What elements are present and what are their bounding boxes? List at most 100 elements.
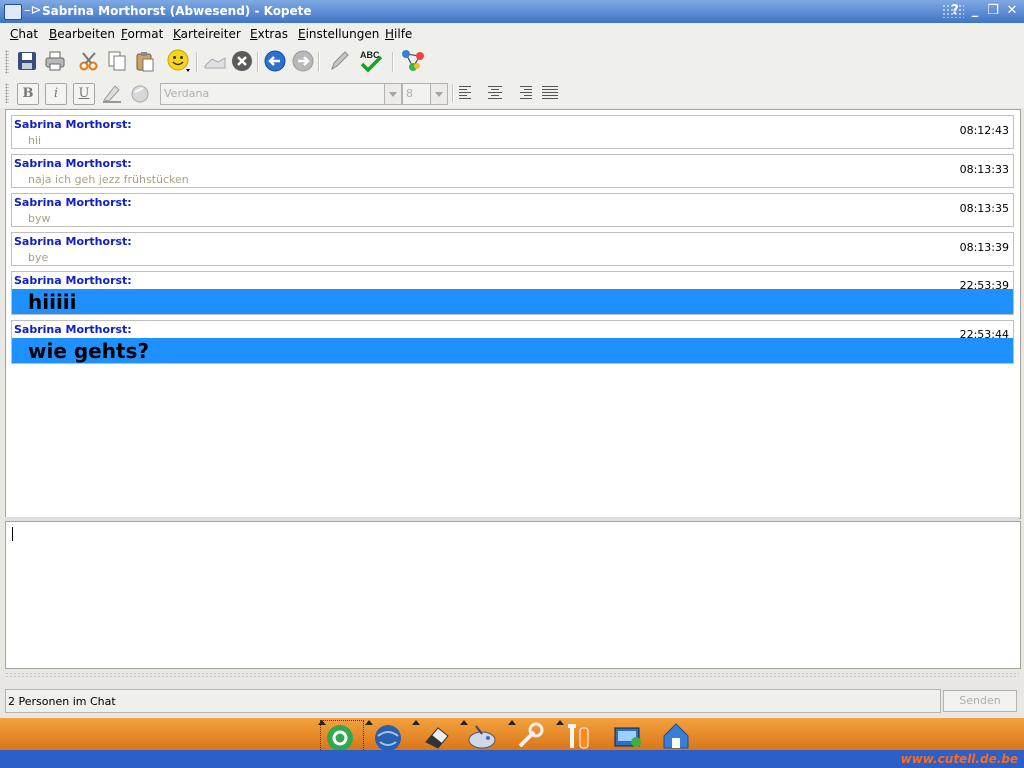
- font-size-value: 8: [406, 87, 413, 100]
- main-toolbar: ABC: [0, 44, 1024, 79]
- font-family-combo[interactable]: Verdana: [160, 83, 402, 105]
- save-button[interactable]: [14, 48, 40, 74]
- arrow-right-icon: [292, 50, 314, 72]
- message-time: 08:13:35: [959, 202, 1009, 215]
- menu-arrow-icon[interactable]: [412, 720, 420, 725]
- menu-einstellungen[interactable]: Einstellungen: [298, 27, 379, 41]
- toolbar-separator: [452, 84, 454, 102]
- title-bar[interactable]: –⊳ Sabrina Morthorst (Abwesend) - Kopete…: [0, 0, 1024, 23]
- chat-message: Sabrina Morthorst: 08:12:43 hii: [11, 115, 1014, 149]
- message-time: 08:13:39: [959, 241, 1009, 254]
- send-file-button[interactable]: [202, 48, 228, 74]
- save-icon: [18, 52, 36, 70]
- background-color-icon: [131, 85, 149, 103]
- text-color-icon: [103, 85, 121, 103]
- toolbar-separator: [318, 52, 320, 72]
- gamepad-icon[interactable]: [466, 720, 498, 752]
- align-justify-button[interactable]: [542, 84, 560, 102]
- chat-message-highlighted: Sabrina Morthorst: 22:53:44 wie gehts?: [11, 320, 1014, 364]
- close-window-button[interactable]: ✕: [1004, 3, 1020, 19]
- next-button[interactable]: [290, 48, 316, 74]
- align-left-icon: [459, 86, 477, 99]
- chevron-down-icon: [430, 84, 447, 104]
- align-right-icon: [514, 86, 532, 99]
- window-menu-icon[interactable]: [4, 4, 22, 20]
- toolbar-grip[interactable]: [5, 83, 9, 103]
- message-sender[interactable]: Sabrina Morthorst:: [14, 196, 132, 209]
- arrow-left-icon: [264, 50, 286, 72]
- highlight-bar: [12, 338, 1013, 363]
- suse-menu-icon[interactable]: [324, 720, 356, 752]
- menu-karteireiter[interactable]: Karteireiter: [173, 27, 241, 41]
- align-left-button[interactable]: [459, 84, 477, 102]
- toolbar-separator: [392, 52, 394, 72]
- send-button[interactable]: Senden: [943, 690, 1017, 712]
- scissors-icon: [79, 52, 98, 71]
- copy-icon: [108, 51, 126, 71]
- message-input[interactable]: [5, 521, 1021, 669]
- paste-button[interactable]: [132, 48, 158, 74]
- toolbar-separator: [257, 52, 259, 72]
- message-text: naja ich geh jezz frühstücken: [28, 173, 189, 186]
- toolbar-grip[interactable]: [5, 50, 9, 74]
- align-center-icon: [486, 86, 504, 99]
- align-center-button[interactable]: [486, 84, 504, 102]
- message-text: wie gehts?: [28, 339, 150, 363]
- copy-button[interactable]: [104, 48, 130, 74]
- text-color-button[interactable]: [101, 82, 123, 104]
- branding-text: www.cutell.de.be: [900, 752, 1018, 766]
- maximize-button[interactable]: ❐: [985, 3, 1001, 19]
- status-bar: 2 Personen im Chat: [5, 689, 941, 713]
- smiley-button[interactable]: [166, 48, 192, 74]
- close-chat-button[interactable]: [229, 48, 255, 74]
- chat-message: Sabrina Morthorst: 08:13:39 bye: [11, 232, 1014, 266]
- previous-button[interactable]: [262, 48, 288, 74]
- contacts-button[interactable]: [400, 48, 426, 74]
- message-sender[interactable]: Sabrina Morthorst:: [14, 323, 132, 336]
- home-folder-icon[interactable]: [660, 720, 692, 752]
- underline-button[interactable]: U: [73, 83, 95, 105]
- font-size-combo[interactable]: 8: [402, 83, 448, 105]
- pin-icon[interactable]: –⊳: [24, 3, 41, 19]
- print-button[interactable]: [42, 48, 68, 74]
- spellcheck-icon: ABC: [360, 50, 383, 73]
- message-time: 08:12:43: [959, 124, 1009, 137]
- menu-bearbeiten[interactable]: Bearbeiten: [49, 27, 115, 41]
- message-sender[interactable]: Sabrina Morthorst:: [14, 157, 132, 170]
- background-color-button[interactable]: [129, 82, 151, 104]
- menu-format[interactable]: Format: [121, 27, 163, 41]
- bold-button[interactable]: B: [17, 83, 39, 105]
- message-sender[interactable]: Sabrina Morthorst:: [14, 118, 132, 131]
- message-sender[interactable]: Sabrina Morthorst:: [14, 274, 132, 287]
- contacts-network-icon: [402, 50, 424, 71]
- menu-chat[interactable]: Chat: [10, 27, 38, 41]
- control-center-icon[interactable]: [612, 720, 644, 752]
- text-caret: [12, 527, 13, 541]
- minimize-button[interactable]: _: [967, 3, 983, 19]
- tools-icon[interactable]: [562, 720, 594, 752]
- message-text: bye: [28, 251, 49, 264]
- eraser-icon[interactable]: [420, 720, 452, 752]
- wrench-icon[interactable]: [514, 720, 546, 752]
- toolbar-separator: [196, 52, 198, 72]
- message-time: 08:13:33: [959, 163, 1009, 176]
- message-time: 22:53:44: [959, 328, 1009, 341]
- help-button[interactable]: ?: [947, 3, 963, 19]
- cut-button[interactable]: [76, 48, 102, 74]
- status-text: 2 Personen im Chat: [8, 695, 116, 708]
- chat-view[interactable]: Sabrina Morthorst: 08:12:43 hii Sabrina …: [5, 109, 1021, 519]
- italic-button[interactable]: i: [45, 83, 67, 105]
- spellcheck-button[interactable]: ABC: [358, 48, 384, 74]
- message-time: 22:53:39: [959, 279, 1009, 292]
- message-sender[interactable]: Sabrina Morthorst:: [14, 235, 132, 248]
- menu-extras[interactable]: Extras: [250, 27, 288, 41]
- resize-grip[interactable]: [5, 672, 1019, 678]
- menu-bar: Chat Bearbeiten Format Karteireiter Extr…: [0, 23, 1024, 44]
- edit-button[interactable]: [326, 48, 352, 74]
- message-text: byw: [28, 212, 51, 225]
- menu-hilfe[interactable]: Hilfe: [385, 27, 412, 41]
- format-toolbar: [0, 78, 1024, 108]
- browser-globe-icon[interactable]: [372, 720, 404, 752]
- align-right-button[interactable]: [514, 84, 532, 102]
- pencil-icon: [331, 51, 349, 71]
